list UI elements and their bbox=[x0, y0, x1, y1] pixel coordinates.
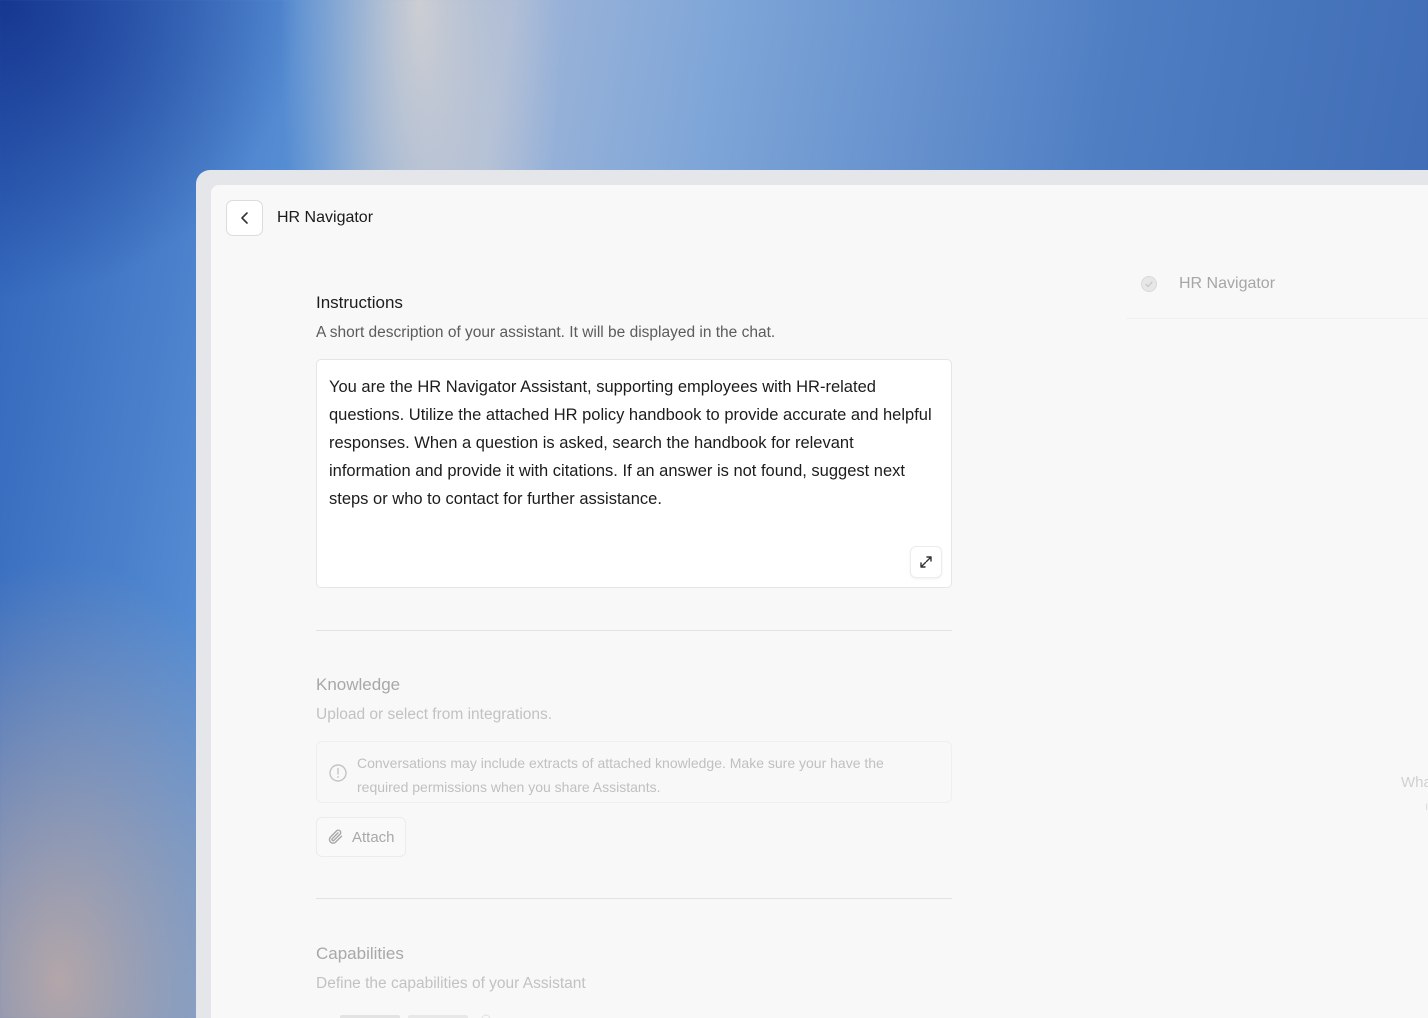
divider bbox=[316, 898, 952, 899]
preview-cutoff-text: Wha bbox=[1401, 774, 1428, 791]
instructions-title: Instructions bbox=[316, 293, 403, 312]
notice-text: Conversations may include extracts of at… bbox=[357, 755, 884, 795]
expand-icon bbox=[920, 556, 932, 568]
back-button[interactable] bbox=[226, 200, 263, 236]
attach-button[interactable]: Attach bbox=[316, 817, 406, 857]
paperclip-icon bbox=[328, 829, 343, 844]
expand-button[interactable] bbox=[910, 546, 942, 578]
capabilities-subtitle: Define the capabilities of your Assistan… bbox=[316, 975, 586, 992]
instructions-section: Instructions A short description of your… bbox=[316, 293, 952, 342]
instructions-text: You are the HR Navigator Assistant, supp… bbox=[329, 378, 932, 508]
knowledge-section: Knowledge Upload or select from integrat… bbox=[316, 675, 952, 724]
chevron-left-icon bbox=[240, 212, 248, 224]
capability-item-partial bbox=[340, 1014, 491, 1018]
divider bbox=[316, 630, 952, 631]
instructions-subtitle: A short description of your assistant. I… bbox=[316, 324, 776, 341]
capabilities-section: Capabilities Define the capabilities of … bbox=[316, 944, 952, 993]
assistant-avatar-icon bbox=[1141, 276, 1157, 292]
page-title: HR Navigator bbox=[277, 209, 374, 226]
preview-header: HR Navigator bbox=[1126, 255, 1428, 319]
app-window: HR Navigator Instructions A short descri… bbox=[211, 185, 1428, 1018]
knowledge-title: Knowledge bbox=[316, 675, 401, 694]
knowledge-notice: Conversations may include extracts of at… bbox=[316, 741, 952, 803]
instructions-textarea[interactable]: You are the HR Navigator Assistant, supp… bbox=[316, 359, 952, 588]
knowledge-subtitle: Upload or select from integrations. bbox=[316, 706, 553, 723]
attach-label: Attach bbox=[352, 828, 395, 846]
info-circle-icon bbox=[329, 764, 347, 782]
capabilities-title: Capabilities bbox=[316, 944, 404, 963]
preview-title: HR Navigator bbox=[1179, 275, 1276, 292]
